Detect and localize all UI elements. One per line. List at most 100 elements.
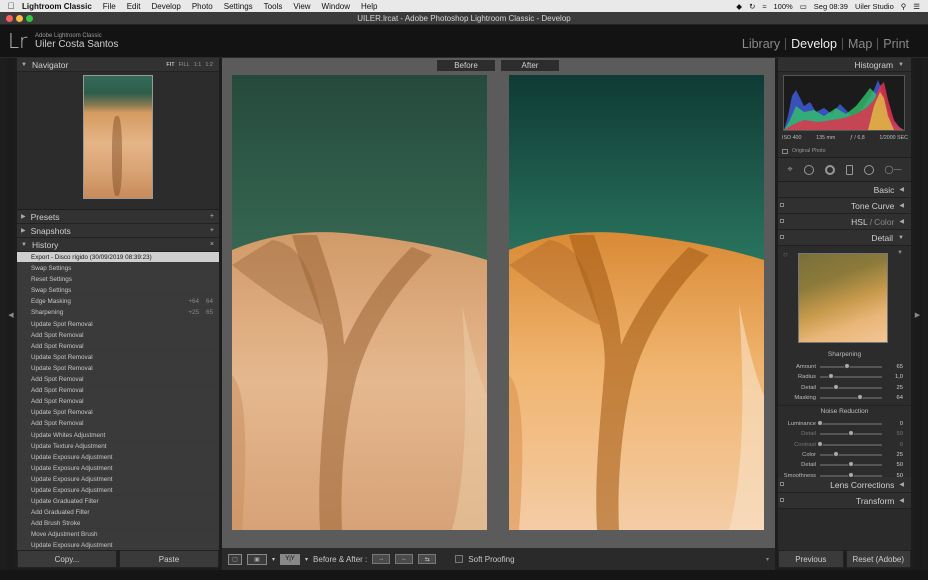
history-item[interactable]: Add Spot Removal bbox=[17, 374, 219, 386]
close-window-button[interactable] bbox=[6, 15, 13, 22]
menu-window[interactable]: Window bbox=[322, 2, 350, 11]
battery-icon[interactable]: ▭ bbox=[800, 2, 807, 11]
slider-knob[interactable] bbox=[817, 420, 823, 426]
zoom-1-2[interactable]: 1:2 bbox=[205, 62, 213, 68]
history-item[interactable]: Update Exposure Adjustment bbox=[17, 451, 219, 463]
original-photo-row[interactable]: Original Photo bbox=[782, 148, 826, 154]
slider-track[interactable] bbox=[820, 363, 882, 369]
hsl-header[interactable]: HSL / Color ◀ bbox=[778, 214, 911, 230]
graduated-filter-icon[interactable] bbox=[845, 164, 853, 175]
slider-value[interactable]: 25 bbox=[882, 385, 903, 391]
menu-photo[interactable]: Photo bbox=[192, 2, 213, 11]
history-item[interactable]: Swap Settings bbox=[17, 263, 219, 275]
target-icon[interactable]: ○ bbox=[783, 250, 788, 259]
menu-view[interactable]: View bbox=[293, 2, 310, 11]
menu-help[interactable]: Help bbox=[361, 2, 377, 11]
tone-curve-header[interactable]: Tone Curve ◀ bbox=[778, 198, 911, 214]
zoom-window-button[interactable] bbox=[26, 15, 33, 22]
history-item[interactable]: Add Graduated Filter bbox=[17, 507, 219, 519]
slider-knob[interactable] bbox=[848, 430, 854, 437]
history-item[interactable]: Add Brush Stroke bbox=[17, 518, 219, 530]
slider-value[interactable]: 0 bbox=[882, 421, 903, 427]
navigator-thumbnail[interactable] bbox=[83, 75, 153, 199]
dropbox-icon[interactable]: ◆ bbox=[736, 2, 742, 11]
slider-track[interactable] bbox=[820, 393, 882, 400]
sync-icon[interactable]: ↻ bbox=[749, 2, 755, 11]
crop-icon[interactable]: ⌖ bbox=[787, 164, 792, 175]
history-item[interactable]: Update Exposure Adjustment bbox=[17, 540, 219, 550]
brush-icon[interactable]: ◯— bbox=[884, 165, 901, 174]
minimize-window-button[interactable] bbox=[16, 15, 23, 22]
slider-track[interactable] bbox=[817, 440, 882, 447]
detail-header[interactable]: Detail ▼ bbox=[778, 230, 911, 246]
slider-value[interactable]: 50 bbox=[882, 431, 903, 437]
paste-button[interactable]: Paste bbox=[119, 550, 219, 568]
history-item[interactable]: Update Texture Adjustment bbox=[17, 440, 219, 452]
before-after-mode-button[interactable]: Y|Y bbox=[280, 553, 301, 565]
slider-value[interactable]: 25 bbox=[882, 452, 903, 458]
history-item[interactable]: Move Adjustment Brush bbox=[17, 529, 219, 541]
reset-button[interactable]: Reset (Adobe) bbox=[845, 550, 911, 568]
lens-corrections-header[interactable]: Lens Corrections ◀ bbox=[778, 477, 911, 493]
copy-button[interactable]: Copy... bbox=[17, 550, 117, 568]
history-item[interactable]: Add Spot Removal bbox=[17, 396, 219, 408]
zoom-fill[interactable]: FILL bbox=[179, 62, 190, 68]
left-panel-toggle[interactable]: ◀ bbox=[7, 58, 15, 572]
history-item[interactable]: Update Exposure Adjustment bbox=[17, 484, 219, 497]
spot-removal-icon[interactable] bbox=[803, 164, 814, 175]
menu-tools[interactable]: Tools bbox=[264, 2, 283, 11]
zoom-fit[interactable]: FIT bbox=[166, 62, 174, 68]
menu-settings[interactable]: Settings bbox=[224, 2, 253, 11]
history-item[interactable]: Edge Masking +64 64 bbox=[17, 296, 219, 308]
history-item[interactable]: Add Spot Removal bbox=[17, 340, 219, 352]
history-header[interactable]: ▼ History × bbox=[17, 238, 219, 252]
clock[interactable]: Seg 08:39 bbox=[814, 2, 848, 11]
panel-toggle-icon[interactable] bbox=[780, 482, 784, 486]
snapshots-header[interactable]: ▶ Snapshots + bbox=[17, 224, 219, 238]
histogram-header[interactable]: Histogram ▼ bbox=[778, 58, 911, 72]
history-item[interactable]: Update Whites Adjustment bbox=[17, 429, 219, 441]
wifi-icon[interactable]: ≈ bbox=[762, 2, 766, 11]
slider-value[interactable]: 65 bbox=[882, 364, 903, 370]
detail-preview[interactable] bbox=[798, 253, 888, 343]
slider-track[interactable] bbox=[820, 461, 882, 468]
navigator-header[interactable]: ▼ Navigator FIT FILL 1:1 1:2 bbox=[17, 58, 219, 72]
right-panel-toggle[interactable]: ▶ bbox=[913, 58, 922, 572]
compare-view-icon[interactable]: ▣ bbox=[247, 553, 267, 565]
history-item[interactable]: Update Spot Removal bbox=[17, 351, 219, 363]
soft-proofing-checkbox[interactable] bbox=[455, 555, 464, 563]
menu-develop[interactable]: Develop bbox=[151, 2, 180, 11]
module-develop[interactable]: Develop bbox=[786, 38, 843, 50]
apple-icon[interactable]:  bbox=[0, 1, 22, 11]
panel-toggle-icon[interactable] bbox=[780, 498, 784, 502]
history-item[interactable]: Export - Disco rígido (30/09/2019 08:39:… bbox=[17, 252, 219, 264]
module-map[interactable]: Map bbox=[843, 38, 879, 50]
history-item[interactable]: Update Spot Removal bbox=[17, 407, 219, 419]
slider-knob[interactable] bbox=[832, 450, 839, 457]
radial-filter-icon[interactable] bbox=[863, 164, 874, 175]
red-eye-icon[interactable] bbox=[824, 164, 835, 175]
loupe-view-icon[interactable]: ▢ bbox=[228, 553, 242, 565]
menu-edit[interactable]: Edit bbox=[127, 2, 141, 11]
histogram-graph[interactable] bbox=[783, 75, 905, 131]
slider-track[interactable] bbox=[820, 373, 882, 380]
slider-knob[interactable] bbox=[827, 373, 834, 380]
module-print[interactable]: Print bbox=[878, 38, 914, 51]
history-item[interactable]: Update Exposure Adjustment bbox=[17, 462, 219, 474]
panel-toggle-icon[interactable] bbox=[780, 235, 784, 239]
history-item[interactable]: Add Spot Removal bbox=[17, 418, 219, 430]
history-item[interactable]: Add Spot Removal bbox=[17, 385, 219, 397]
swap-before-after-button[interactable]: ⇆ bbox=[418, 554, 437, 564]
zoom-1-1[interactable]: 1:1 bbox=[194, 62, 202, 68]
transform-header[interactable]: Transform ◀ bbox=[778, 493, 911, 509]
slider-value[interactable]: 0 bbox=[882, 442, 903, 448]
add-snapshot-icon[interactable]: + bbox=[210, 227, 214, 234]
basic-header[interactable]: Basic ◀ bbox=[778, 182, 911, 198]
slider-knob[interactable] bbox=[856, 393, 863, 400]
slider-value[interactable]: 50 bbox=[882, 462, 903, 468]
slider-knob[interactable] bbox=[832, 383, 839, 390]
slider-value[interactable]: 64 bbox=[882, 395, 903, 401]
slider-track[interactable] bbox=[820, 430, 882, 437]
chevron-down-icon[interactable]: ▾ bbox=[272, 556, 275, 563]
panel-toggle-icon[interactable] bbox=[780, 203, 784, 207]
